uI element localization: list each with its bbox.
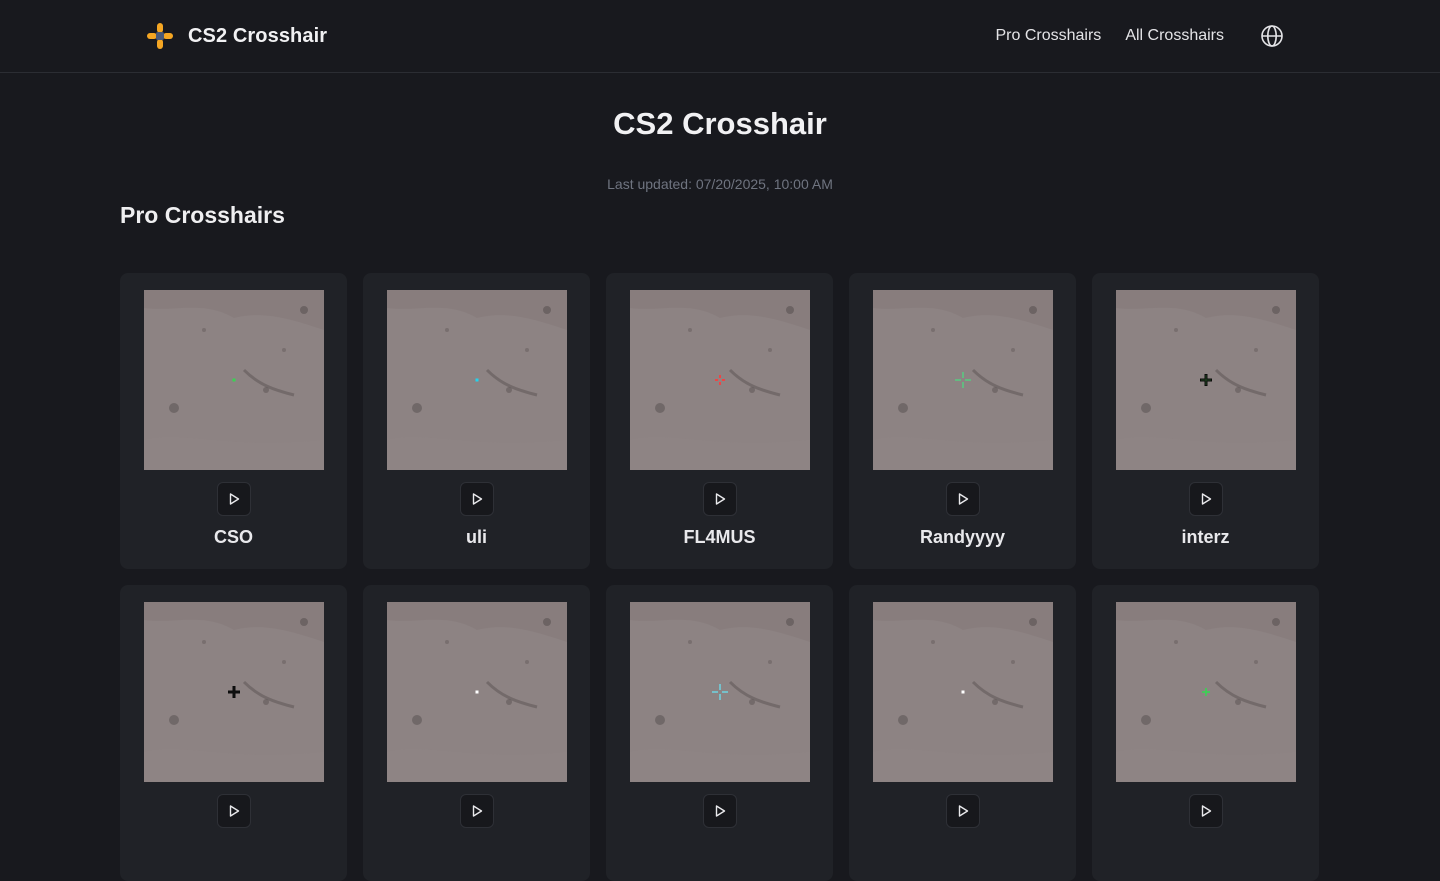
crosshair-preview-icon bbox=[475, 690, 479, 694]
last-updated-text: Last updated: 07/20/2025, 10:00 AM bbox=[607, 176, 833, 192]
crosshair-thumbnail[interactable] bbox=[873, 290, 1053, 470]
crosshair-thumbnail[interactable] bbox=[144, 602, 324, 782]
globe-icon[interactable] bbox=[1260, 24, 1284, 48]
brand-home-link[interactable]: CS2 Crosshair bbox=[146, 22, 327, 50]
crosshair-thumbnail[interactable] bbox=[873, 602, 1053, 782]
crosshair-preview-icon bbox=[955, 372, 971, 388]
play-icon bbox=[715, 493, 726, 505]
crosshair-card[interactable] bbox=[1092, 585, 1319, 881]
play-button[interactable] bbox=[703, 794, 737, 828]
crosshair-preview-icon bbox=[715, 375, 725, 385]
play-icon bbox=[229, 493, 240, 505]
crosshair-preview-icon bbox=[1202, 688, 1210, 696]
player-name: uli bbox=[466, 527, 487, 547]
nav-link-all-crosshairs[interactable]: All Crosshairs bbox=[1125, 24, 1224, 48]
play-icon bbox=[472, 805, 483, 817]
top-navbar: CS2 Crosshair Pro Crosshairs All Crossha… bbox=[0, 0, 1440, 73]
play-button[interactable] bbox=[1189, 794, 1223, 828]
play-button[interactable] bbox=[460, 794, 494, 828]
crosshair-logo-icon bbox=[147, 23, 173, 49]
crosshair-preview-icon bbox=[961, 690, 965, 694]
crosshair-preview-icon bbox=[228, 686, 240, 698]
crosshair-preview-icon bbox=[712, 684, 728, 700]
crosshair-thumbnail[interactable] bbox=[630, 602, 810, 782]
brand-title: CS2 Crosshair bbox=[188, 24, 328, 47]
play-button[interactable] bbox=[946, 482, 980, 516]
play-icon bbox=[1201, 805, 1212, 817]
crosshair-thumbnail[interactable] bbox=[387, 290, 567, 470]
crosshair-thumbnail[interactable] bbox=[630, 290, 810, 470]
play-button[interactable] bbox=[946, 794, 980, 828]
play-icon bbox=[229, 805, 240, 817]
crosshair-card[interactable]: Randyyyy bbox=[849, 273, 1076, 569]
crosshair-card[interactable]: FL4MUS bbox=[606, 273, 833, 569]
crosshair-card[interactable] bbox=[363, 585, 590, 881]
play-icon bbox=[958, 493, 969, 505]
crosshair-preview-icon bbox=[1200, 374, 1212, 386]
crosshair-grid: CSO uli FL4MUS Randyyyy interz bbox=[120, 273, 1320, 881]
nav-link-pro-crosshairs[interactable]: Pro Crosshairs bbox=[996, 24, 1102, 48]
play-button[interactable] bbox=[703, 482, 737, 516]
player-name: FL4MUS bbox=[683, 527, 756, 547]
crosshair-thumbnail[interactable] bbox=[387, 602, 567, 782]
play-button[interactable] bbox=[217, 794, 251, 828]
player-name: Randyyyy bbox=[919, 527, 1006, 547]
section-title: Pro Crosshairs bbox=[120, 202, 285, 228]
play-button[interactable] bbox=[1189, 482, 1223, 516]
crosshair-preview-icon bbox=[232, 378, 236, 382]
play-icon bbox=[715, 805, 726, 817]
play-button[interactable] bbox=[460, 482, 494, 516]
play-icon bbox=[472, 493, 483, 505]
crosshair-card[interactable] bbox=[849, 585, 1076, 881]
page-title: CS2 Crosshair bbox=[613, 106, 827, 141]
player-name: CSO bbox=[213, 527, 253, 547]
crosshair-thumbnail[interactable] bbox=[1116, 602, 1296, 782]
player-name: interz bbox=[1181, 527, 1230, 547]
play-icon bbox=[958, 805, 969, 817]
crosshair-card[interactable] bbox=[120, 585, 347, 881]
crosshair-thumbnail[interactable] bbox=[144, 290, 324, 470]
play-icon bbox=[1201, 493, 1212, 505]
crosshair-card[interactable]: uli bbox=[363, 273, 590, 569]
crosshair-preview-icon bbox=[475, 378, 479, 382]
play-button[interactable] bbox=[217, 482, 251, 516]
crosshair-thumbnail[interactable] bbox=[1116, 290, 1296, 470]
crosshair-card[interactable]: CSO bbox=[120, 273, 347, 569]
crosshair-card[interactable] bbox=[606, 585, 833, 881]
main-nav: Pro Crosshairs All Crosshairs bbox=[972, 24, 1285, 48]
crosshair-card[interactable]: interz bbox=[1092, 273, 1319, 569]
